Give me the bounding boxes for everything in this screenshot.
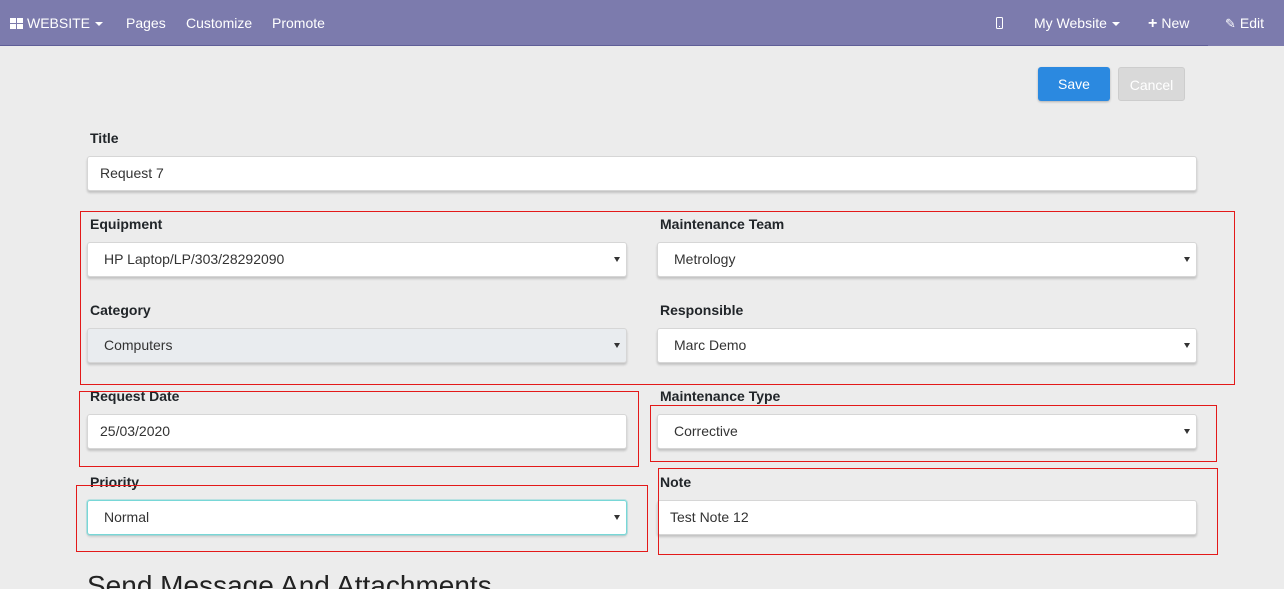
nav-pages[interactable]: Pages (126, 0, 166, 46)
request-date-label: Request Date (90, 388, 180, 404)
caret-down-icon (1111, 22, 1120, 27)
priority-value: Normal (104, 509, 150, 525)
edit-button[interactable]: ✎ Edit (1225, 0, 1264, 46)
cancel-button[interactable]: Cancel (1118, 67, 1185, 101)
priority-select[interactable]: Normal (87, 500, 627, 535)
my-website-menu[interactable]: My Website (1034, 0, 1120, 46)
maintenance-type-label: Maintenance Type (660, 388, 781, 404)
maintenance-team-value: Metrology (674, 251, 736, 267)
dropdown-arrow-icon (614, 257, 620, 262)
maintenance-team-select[interactable]: Metrology (657, 242, 1197, 277)
top-navbar: WEBSITE Pages Customize Promote My Websi… (0, 0, 1284, 46)
mobile-preview-button[interactable] (996, 0, 1003, 46)
edit-label: Edit (1239, 15, 1265, 31)
equipment-select[interactable]: HP Laptop/LP/303/28292090 (87, 242, 627, 277)
dropdown-arrow-icon (614, 515, 620, 520)
website-menu-label: WEBSITE (27, 15, 91, 31)
note-input[interactable]: Test Note 12 (657, 500, 1197, 535)
dropdown-arrow-icon (614, 343, 620, 348)
equipment-label: Equipment (90, 216, 163, 232)
nav-promote[interactable]: Promote (272, 0, 325, 46)
note-label: Note (660, 474, 692, 490)
category-select[interactable]: Computers (87, 328, 627, 363)
title-input[interactable]: Request 7 (87, 156, 1197, 191)
title-value: Request 7 (100, 165, 164, 181)
save-button[interactable]: Save (1038, 67, 1110, 101)
request-date-value: 25/03/2020 (100, 423, 171, 439)
equipment-value: HP Laptop/LP/303/28292090 (104, 251, 285, 267)
dropdown-arrow-icon (1184, 429, 1190, 434)
request-date-input[interactable]: 25/03/2020 (87, 414, 627, 449)
navbar-divider (1208, 44, 1284, 46)
nav-customize[interactable]: Customize (186, 0, 252, 46)
pencil-icon: ✎ (1225, 16, 1236, 31)
maintenance-team-label: Maintenance Team (660, 216, 785, 232)
mobile-phone-icon (996, 17, 1003, 29)
apps-grid-icon (10, 18, 23, 29)
new-label: New (1161, 15, 1190, 31)
dropdown-arrow-icon (1184, 257, 1190, 262)
new-button[interactable]: + New (1148, 0, 1189, 46)
website-menu[interactable]: WEBSITE (10, 0, 104, 46)
note-value: Test Note 12 (670, 509, 749, 525)
title-label: Title (90, 130, 119, 146)
caret-down-icon (95, 22, 104, 27)
responsible-label: Responsible (660, 302, 744, 318)
plus-icon: + (1148, 15, 1158, 32)
maintenance-type-value: Corrective (674, 423, 738, 439)
priority-label: Priority (90, 474, 140, 490)
category-value: Computers (104, 337, 173, 353)
section-heading: Send Message And Attachments (87, 570, 492, 589)
responsible-value: Marc Demo (674, 337, 747, 353)
responsible-select[interactable]: Marc Demo (657, 328, 1197, 363)
category-label: Category (90, 302, 151, 318)
my-website-label: My Website (1034, 15, 1107, 31)
maintenance-type-select[interactable]: Corrective (657, 414, 1197, 449)
dropdown-arrow-icon (1184, 343, 1190, 348)
